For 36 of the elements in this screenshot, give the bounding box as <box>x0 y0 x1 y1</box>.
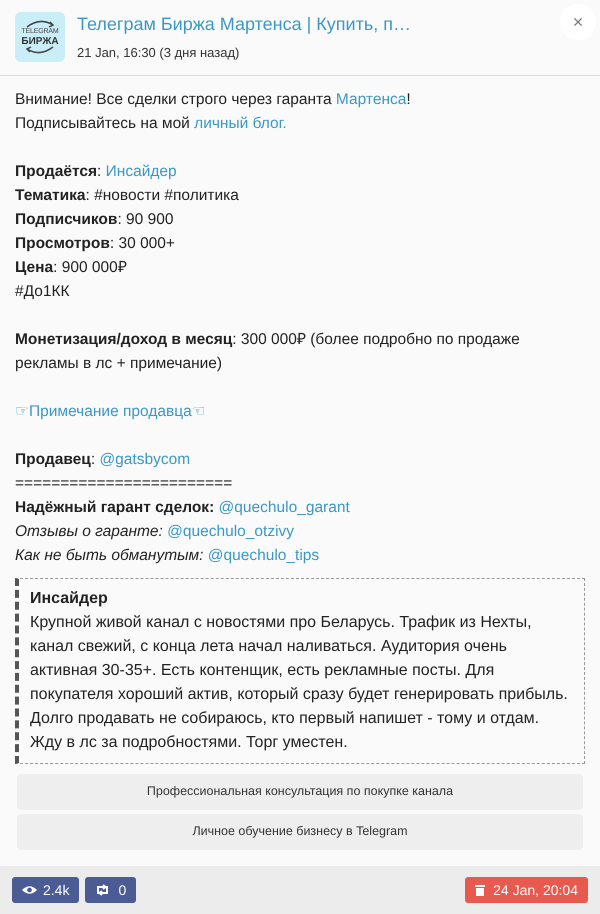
repost-icon <box>95 884 110 896</box>
text-line: Отзывы о гаранте: @quechulo_otzivy <box>15 522 296 542</box>
link-button[interactable]: Профессиональная консультация по покупке канала <box>17 774 583 810</box>
text-line: Продаётся: Инсайдер <box>15 162 178 182</box>
link[interactable]: ☞Примечание продавца☜ <box>15 402 206 420</box>
date-badge: 24 Jan, 20:04 <box>465 877 588 903</box>
trash-icon <box>475 884 486 896</box>
link-button[interactable]: Личное обучение бизнесу в Telegram <box>17 814 583 850</box>
text-line: #До1КК <box>15 282 71 302</box>
reposts-badge: 0 <box>85 877 136 903</box>
post-time: 21 Jan, 16:30 (3 дня назад) <box>77 44 240 62</box>
text-line: Монетизация/доход в месяц: 300 000₽ (более подробно по продаже рекламы в лс + примечание) <box>15 330 521 374</box>
link[interactable]: @quechulo_garant <box>218 498 350 516</box>
link[interactable]: Мартенса <box>336 90 406 108</box>
text-line: Внимание! Все сделки строго через гаранта Мартенса! <box>15 90 412 110</box>
link[interactable]: @quechulo_tips <box>208 546 320 564</box>
text-line: Подписчиков: 90 900 <box>15 210 174 230</box>
quote-text: Крупной живой канал с новостями про Беларусь. Трафик из Нехты, канал свежий, с конца лета начал наливаться. Аудитория очень активная 30-35+. Есть контенщик, есть рекламные посты. Для покупателя хороший актив, который сразу будет генерировать прибыль. Долго продавать не собираюсь, кто первый напишет - тому и отдам. Жду в лс за подробностями. Торг уместен. <box>30 612 569 752</box>
text-line: Тематика: #новости #политика <box>15 186 240 206</box>
text-line: Подписывайтесь на мой личный блог. <box>15 114 288 134</box>
logo-text: БИРЖА <box>21 36 59 46</box>
link[interactable]: Инсайдер <box>106 162 177 180</box>
link[interactable]: @quechulo_otzivy <box>167 522 294 540</box>
channel-title[interactable]: Телеграм Биржа Мартенса | Купить, п… <box>77 13 411 35</box>
link[interactable]: личный блог. <box>194 114 287 132</box>
text-line: Продавец: @gatsbycom <box>15 450 192 470</box>
link[interactable]: @gatsbycom <box>99 450 190 468</box>
text-line: ======================== <box>15 474 234 494</box>
text-line: Цена: 900 000₽ <box>15 258 128 278</box>
text-line: Как не быть обманутым: @quechulo_tips <box>15 546 320 566</box>
text-line: Надёжный гарант сделок: @quechulo_garant <box>15 498 351 518</box>
text-line: Просмотров: 30 000+ <box>15 234 176 254</box>
eye-icon <box>22 885 37 895</box>
close-button[interactable]: × <box>560 4 596 40</box>
views-badge: 2.4k <box>12 877 80 903</box>
quote-title: Инсайдер <box>30 588 109 608</box>
